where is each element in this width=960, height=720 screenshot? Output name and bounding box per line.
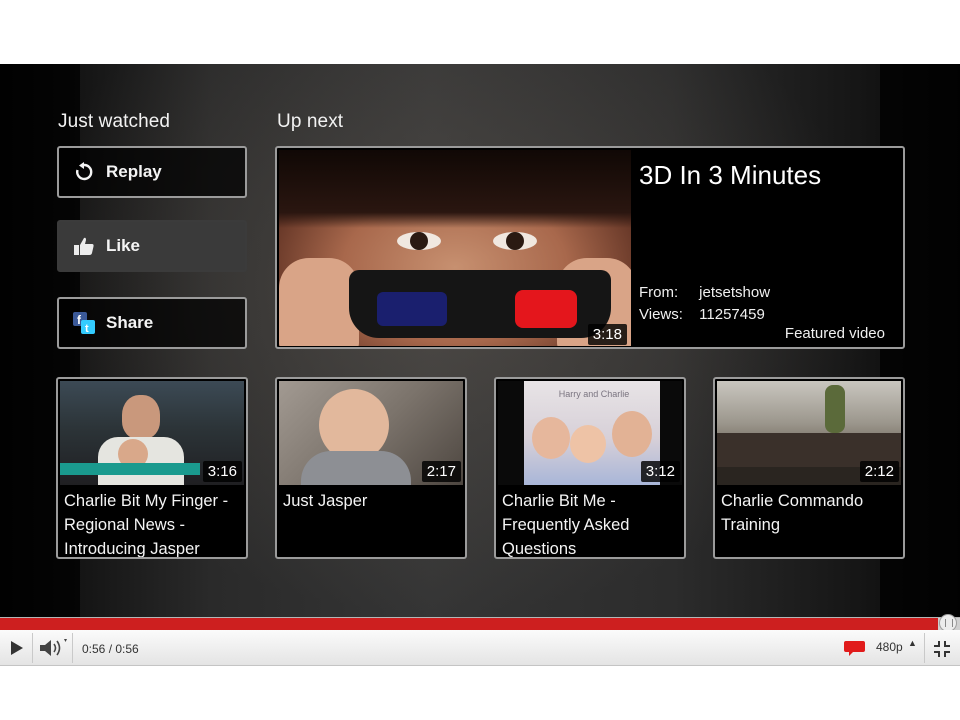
quality-selector[interactable]: 480p: [876, 640, 903, 654]
channel-name[interactable]: jetsetshow: [699, 284, 770, 301]
like-button[interactable]: Like: [57, 220, 247, 272]
thumb-boy-face-2: [570, 425, 606, 463]
featured-video-card[interactable]: 3:18 3D In 3 Minutes From: jetsetshow Vi…: [275, 146, 905, 349]
volume-icon: [40, 639, 67, 656]
time-display: 0:56 / 0:56: [82, 642, 139, 656]
control-bar: 0:56 / 0:56 480p ▲: [0, 630, 960, 666]
thumb-eye-right: [493, 232, 537, 250]
view-count: 11257459: [699, 306, 765, 323]
replay-icon: [72, 160, 96, 184]
thumb-person: [825, 385, 845, 433]
thumb-lens-red: [515, 290, 577, 328]
featured-video-tag: Featured video: [784, 325, 885, 342]
featured-video-title: 3D In 3 Minutes: [639, 160, 822, 190]
share-label: Share: [106, 313, 154, 332]
volume-button[interactable]: [38, 637, 68, 659]
thumb-hand-left: [279, 258, 359, 346]
control-divider: [32, 633, 33, 663]
related-video-card[interactable]: 2:17 Just Jasper: [275, 377, 467, 559]
player-page: Just watched Up next Replay Like ft Shar…: [0, 0, 960, 720]
up-next-heading: Up next: [277, 111, 344, 132]
featured-from-row: From: jetsetshow: [639, 284, 770, 301]
thumb-news-banner: [60, 463, 200, 475]
thumb-eye-left: [397, 232, 441, 250]
share-icon: ft: [72, 311, 96, 335]
like-label: Like: [106, 236, 141, 255]
captions-icon: [844, 641, 865, 656]
thumb-lens-blue: [377, 292, 447, 326]
progress-bar[interactable]: [0, 617, 960, 630]
related-video-title: Charlie Bit My Finger - Regional News - …: [64, 492, 229, 558]
quality-caret-icon: ▲: [908, 638, 917, 648]
replay-label: Replay: [106, 162, 162, 181]
svg-text:t: t: [85, 323, 89, 334]
related-duration: 2:12: [859, 461, 899, 482]
related-video-title: Charlie Commando Training: [721, 492, 864, 534]
related-duration: 3:16: [202, 461, 242, 482]
related-duration: 3:12: [640, 461, 680, 482]
thumbs-up-icon: [72, 234, 96, 258]
share-button[interactable]: ft Share: [57, 297, 247, 349]
featured-views-row: Views: 11257459: [639, 306, 765, 323]
thumb-man-face: [122, 395, 160, 439]
fullscreen-button[interactable]: [932, 639, 952, 659]
related-video-card[interactable]: 3:16 Charlie Bit My Finger - Regional Ne…: [56, 377, 248, 559]
views-label: Views:: [639, 306, 683, 323]
related-duration: 2:17: [421, 461, 461, 482]
thumb-boy-face-3: [612, 411, 652, 457]
play-button[interactable]: [6, 638, 28, 658]
thumb-photo: Harry and Charlie: [524, 381, 660, 485]
featured-video-thumbnail: 3:18: [279, 150, 631, 346]
just-watched-heading: Just watched: [58, 111, 171, 132]
fullscreen-exit-icon: [934, 641, 950, 657]
related-video-title: Charlie Bit Me - Frequently Asked Questi…: [502, 492, 630, 558]
thumb-boy-face-1: [532, 417, 570, 459]
control-divider: [924, 633, 925, 663]
progress-bar-fill: [0, 618, 938, 630]
thumb-baby-body: [301, 451, 411, 485]
from-label: From:: [639, 284, 679, 301]
replay-button[interactable]: Replay: [57, 146, 247, 198]
related-video-card[interactable]: Harry and Charlie 3:12 Charlie Bit Me - …: [494, 377, 686, 559]
related-video-title: Just Jasper: [283, 492, 368, 510]
thumb-hair: [279, 150, 631, 228]
related-video-card[interactable]: 2:12 Charlie Commando Training: [713, 377, 905, 559]
captions-button[interactable]: [843, 639, 867, 657]
featured-duration: 3:18: [587, 324, 627, 345]
control-divider: [72, 633, 73, 663]
play-icon: [11, 641, 23, 655]
thumb-caption: Harry and Charlie: [558, 389, 630, 399]
